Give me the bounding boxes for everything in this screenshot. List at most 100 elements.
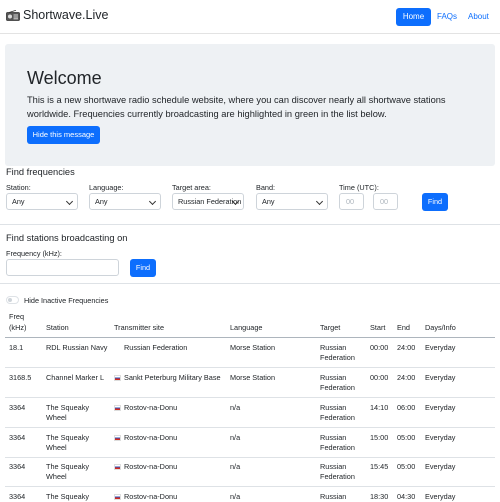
russia-flag-icon <box>114 434 121 441</box>
frequency-label: Frequency (kHz): <box>6 249 62 258</box>
cell-days: Everyday <box>425 403 456 412</box>
welcome-title: Welcome <box>27 68 102 88</box>
russia-flag-icon <box>114 493 121 500</box>
hide-inactive-toggle[interactable] <box>6 296 19 304</box>
target-area-select[interactable]: Russian Federation <box>172 193 244 210</box>
cell-site: Sankt Peterburg Military Base <box>114 373 221 383</box>
cell-station-line2: Wheel <box>46 443 67 452</box>
language-select-value: Any <box>95 197 108 206</box>
cell-freq: 3364 <box>9 403 26 412</box>
row-divider <box>5 457 495 458</box>
cell-site-name: Sankt Peterburg Military Base <box>124 373 221 382</box>
cell-station: The Squeaky <box>46 433 89 442</box>
nav-about-link[interactable]: About <box>468 8 489 26</box>
find-stations-button[interactable]: Find <box>130 259 156 277</box>
chevron-down-icon <box>65 197 74 206</box>
cell-start: 14:10 <box>370 403 389 412</box>
cell-site: Rostov-na-Donu <box>114 462 177 472</box>
cell-target: Russian <box>320 492 347 501</box>
cell-freq: 3364 <box>9 462 26 471</box>
cell-site-name: Russian Federation <box>124 343 188 352</box>
find-frequencies-button[interactable]: Find <box>422 193 448 211</box>
cell-site: Russian Federation <box>114 343 187 353</box>
cell-target-line2: Federation <box>320 413 355 422</box>
band-select[interactable]: Any <box>256 193 328 210</box>
cell-end: 24:00 <box>397 373 416 382</box>
cell-end: 06:00 <box>397 403 416 412</box>
cell-days: Everyday <box>425 492 456 501</box>
cell-end: 24:00 <box>397 343 416 352</box>
cell-language: n/a <box>230 462 241 471</box>
header-transmitter-site: Transmitter site <box>114 323 165 332</box>
header-start: Start <box>370 323 386 332</box>
cell-end: 05:00 <box>397 433 416 442</box>
cell-target-line2: Federation <box>320 353 355 362</box>
cell-start: 15:45 <box>370 462 389 471</box>
brand-link[interactable]: Shortwave.Live <box>6 8 108 22</box>
row-divider <box>5 367 495 368</box>
nav-faqs-link[interactable]: FAQs <box>437 8 457 26</box>
cell-freq: 18.1 <box>9 343 24 352</box>
russia-flag-icon <box>114 463 121 470</box>
cell-language: Morse Station <box>230 373 276 382</box>
station-label: Station: <box>6 183 31 192</box>
section-divider <box>0 283 500 284</box>
nav-home-button[interactable]: Home <box>396 8 431 26</box>
cell-station: The Squeaky <box>46 403 89 412</box>
table-header-divider <box>5 337 495 338</box>
russia-flag-icon <box>114 404 121 411</box>
frequency-input[interactable] <box>6 259 119 276</box>
cell-target-line2: Federation <box>320 383 355 392</box>
welcome-text: This is a new shortwave radio schedule w… <box>27 95 446 119</box>
time-label: Time (UTC): <box>339 183 379 192</box>
cell-freq: 3364 <box>9 492 26 501</box>
hide-message-button[interactable]: Hide this message <box>27 126 100 144</box>
chevron-down-icon <box>315 197 324 206</box>
cell-site-name: Rostov-na-Donu <box>124 403 178 412</box>
section-divider <box>0 224 500 225</box>
time-minute-input[interactable]: 00 <box>373 193 398 210</box>
target-area-label: Target area: <box>172 183 211 192</box>
cell-language: n/a <box>230 433 241 442</box>
cell-start: 15:00 <box>370 433 389 442</box>
header-target: Target <box>320 323 341 332</box>
russia-flag-icon <box>114 374 121 381</box>
cell-target: Russian <box>320 462 347 471</box>
cell-target: Russian <box>320 373 347 382</box>
station-select-value: Any <box>12 197 25 206</box>
welcome-panel: Welcome This is a new shortwave radio sc… <box>5 44 495 166</box>
cell-station: Channel Marker L <box>46 373 104 382</box>
band-label: Band: <box>256 183 276 192</box>
cell-language: n/a <box>230 403 241 412</box>
cell-freq: 3168.5 <box>9 373 32 382</box>
cell-station-line2: Wheel <box>46 472 67 481</box>
cell-station: The Squeaky <box>46 492 89 501</box>
time-hour-input[interactable]: 00 <box>339 193 364 210</box>
language-select[interactable]: Any <box>89 193 161 210</box>
find-frequencies-title: Find frequencies <box>6 167 75 177</box>
cell-site: Rostov-na-Donu <box>114 433 177 443</box>
cell-target: Russian <box>320 433 347 442</box>
brand-name: Shortwave.Live <box>23 8 109 22</box>
cell-start: 18:30 <box>370 492 389 501</box>
cell-days: Everyday <box>425 343 456 352</box>
language-label: Language: <box>89 183 124 192</box>
find-stations-title: Find stations broadcasting on <box>6 233 128 243</box>
station-select[interactable]: Any <box>6 193 78 210</box>
header-freq: Freq <box>9 312 25 321</box>
cell-target: Russian <box>320 343 347 352</box>
header-station: Station <box>46 323 69 332</box>
header-language: Language <box>230 323 263 332</box>
cell-days: Everyday <box>425 462 456 471</box>
cell-station: The Squeaky <box>46 462 89 471</box>
cell-start: 00:00 <box>370 343 389 352</box>
cell-end: 05:00 <box>397 462 416 471</box>
cell-end: 04:30 <box>397 492 416 501</box>
cell-site: Rostov-na-Donu <box>114 403 177 413</box>
toggle-knob <box>8 298 12 302</box>
row-divider <box>5 427 495 428</box>
cell-station: RDL Russian Navy <box>46 343 108 352</box>
cell-freq: 3364 <box>9 433 26 442</box>
cell-site-name: Rostov-na-Donu <box>124 462 178 471</box>
cell-site-name: Rostov-na-Donu <box>124 433 178 442</box>
